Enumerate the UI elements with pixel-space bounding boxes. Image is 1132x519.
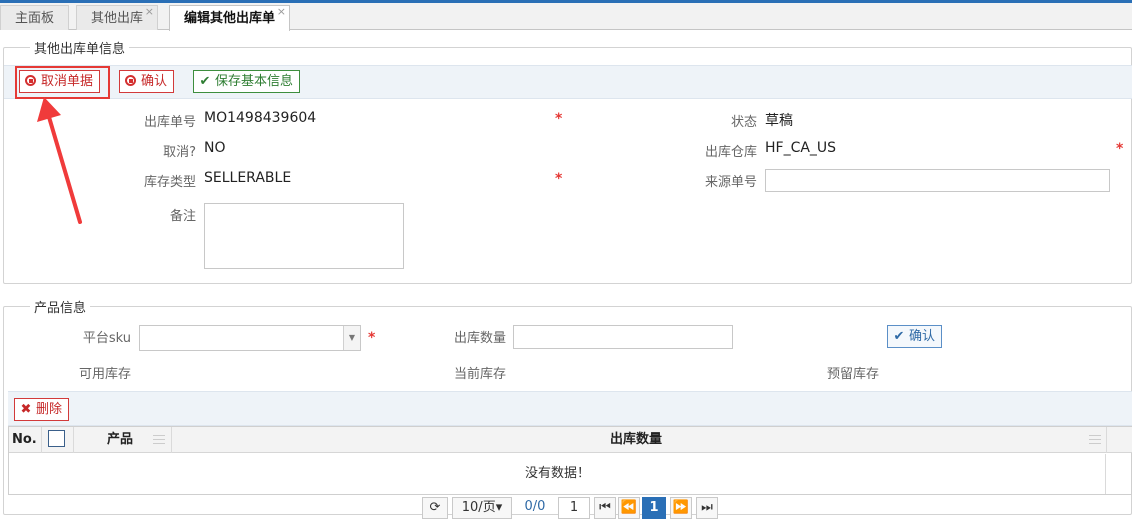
column-header-no: No. [12,432,37,447]
column-divider [171,427,172,453]
platform-sku-select[interactable]: ▼ [139,325,361,351]
chevron-down-icon[interactable]: ▼ [343,326,360,350]
current-stock-label: 当前库存 [453,367,506,382]
warehouse-label: 出库仓库 [704,145,757,160]
column-header-out-qty[interactable]: 出库数量 [610,427,662,453]
remark-textarea[interactable] [204,203,404,269]
remark-label: 备注 [169,209,196,224]
save-basic-info-button[interactable]: ✔ 保存基本信息 [193,70,301,93]
status-value: 草稿 [765,113,793,129]
page-size-select[interactable]: 10/页▾ [452,497,512,519]
section-title: 产品信息 [34,301,87,316]
column-menu-icon[interactable] [1089,435,1101,444]
button-label: 确认 [909,329,936,344]
record-count: 0/0 [524,499,546,514]
tab-label: 编辑其他出库单 [184,11,276,26]
button-label: 确认 [141,74,168,89]
prev-page-icon[interactable]: ⏪ [618,497,640,519]
section-title: 其他出库单信息 [34,42,126,57]
stop-circle-icon [125,75,136,86]
product-grid: No. 产品 出库数量 没有数据！ [8,426,1132,495]
button-label: 删除 [36,402,63,417]
tab-edit-other-outbound[interactable]: 编辑其他出库单 × [169,5,291,31]
order-no-value: MO1498439604 [204,110,317,126]
available-stock-label: 可用库存 [78,367,131,382]
column-header-product[interactable]: 产品 [107,427,133,453]
delete-button[interactable]: ✖ 删除 [14,398,70,421]
confirm-button[interactable]: 确认 [119,70,175,93]
grid-toolbar [8,391,1132,426]
next-page-icon[interactable]: ⏩ [670,497,692,519]
required-mark: * [1116,141,1124,157]
refresh-icon[interactable]: ⟳ [422,497,448,519]
first-page-icon[interactable]: ⏮ [594,497,616,519]
column-divider [73,427,74,453]
column-divider [1106,427,1107,453]
x-icon: ✖ [20,402,32,417]
confirm-product-button[interactable]: ✔ 确认 [887,325,943,348]
grid-body: 没有数据！ [9,454,1106,494]
tab-dashboard[interactable]: 主面板 [0,5,70,30]
warehouse-value: HF_CA_US [765,140,837,156]
tab-strip: 主面板 其他出库 × 编辑其他出库单 × [0,3,1132,31]
required-mark: * [368,330,376,346]
tab-other-outbound[interactable]: 其他出库 × [76,5,159,30]
required-mark: * [555,171,563,187]
tab-label: 主面板 [15,11,55,26]
close-icon[interactable]: × [277,0,286,24]
empty-message: 没有数据！ [524,466,590,481]
order-no-label: 出库单号 [143,115,196,130]
tab-label: 其他出库 [91,11,144,26]
page-button-current[interactable]: 1 [642,497,666,519]
select-all-checkbox[interactable] [48,430,65,447]
page-number-input[interactable]: 1 [558,497,590,519]
column-menu-icon[interactable] [153,435,165,444]
platform-sku-label: 平台sku [82,331,131,346]
check-icon: ✔ [199,74,211,89]
cancelled-value: NO [204,140,226,156]
out-qty-label: 出库数量 [453,331,506,346]
red-arrow-icon [37,97,82,224]
stock-type-value: SELLERABLE [204,170,292,186]
cancelled-label: 取消? [163,145,196,160]
required-mark: * [555,111,563,127]
source-no-input[interactable] [765,169,1110,192]
close-icon[interactable]: × [145,0,154,24]
column-divider [41,427,42,453]
page-size-value: 10/页 [461,500,496,515]
button-label: 保存基本信息 [215,74,294,89]
check-icon: ✔ [893,329,905,344]
grid-header: No. 产品 出库数量 [9,427,1132,453]
out-qty-input[interactable] [513,325,733,349]
stock-type-label: 库存类型 [143,175,196,190]
reserved-stock-label: 预留库存 [826,367,879,382]
status-label: 状态 [730,115,757,130]
last-page-icon[interactable]: ⏭ [696,497,718,519]
source-no-label: 来源单号 [704,175,757,190]
